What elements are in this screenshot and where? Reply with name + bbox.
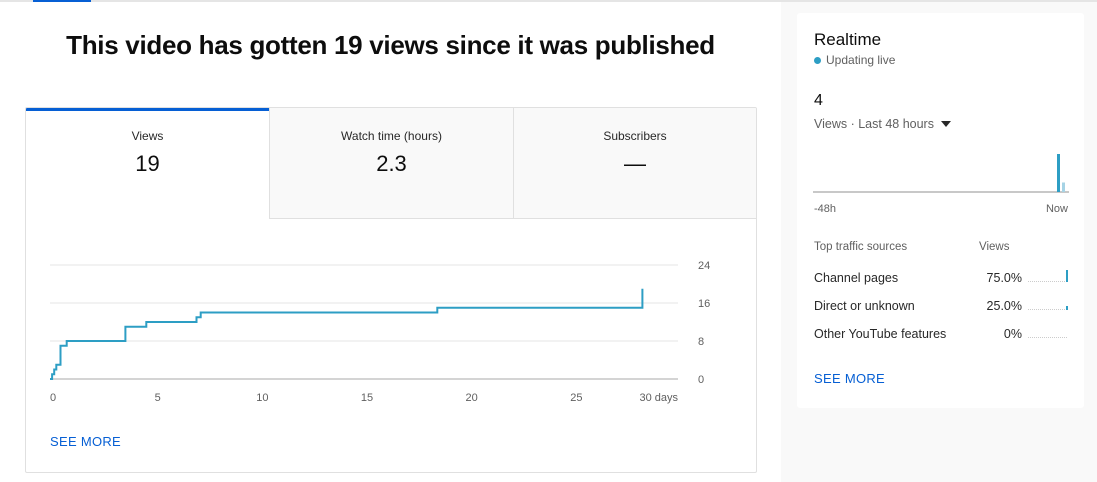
metric-dropdown-label: Views · Last 48 hours — [814, 117, 934, 131]
x-tick-label: 15 — [361, 392, 373, 404]
sparkline-bar — [1066, 270, 1068, 282]
x-tick-label: 5 — [155, 392, 161, 404]
traffic-sparkline — [1028, 306, 1068, 310]
metric-dropdown[interactable]: Views · Last 48 hours — [814, 117, 951, 131]
page-headline: This video has gotten 19 views since it … — [66, 30, 715, 60]
realtime-title: Realtime — [814, 30, 882, 49]
active-tab-indicator — [33, 0, 91, 2]
tab-subscribers[interactable]: Subscribers — — [514, 108, 756, 219]
realtime-card: Realtime Updating live 4 Views · Last 48… — [797, 13, 1084, 408]
realtime-bar — [1062, 182, 1065, 192]
traffic-row: Direct or unknown 25.0% — [814, 299, 1068, 319]
traffic-row: Channel pages 75.0% — [814, 270, 1068, 291]
y-tick-label: 0 — [698, 374, 704, 386]
traffic-header: Top traffic sources Views — [814, 241, 1068, 253]
traffic-source-pct: 75.0% — [986, 271, 1022, 285]
y-tick-label: 16 — [698, 298, 710, 310]
tab-subscribers-value: — — [624, 151, 646, 176]
tab-watch-time[interactable]: Watch time (hours) 2.3 — [270, 108, 514, 219]
tab-subscribers-label: Subscribers — [603, 129, 667, 143]
traffic-header-label: Top traffic sources — [814, 241, 908, 253]
views-series-line — [50, 288, 644, 380]
traffic-source-pct: 25.0% — [986, 299, 1022, 313]
traffic-sparkline — [1028, 337, 1068, 338]
x-tick-label: 0 — [50, 392, 56, 404]
y-tick-label: 24 — [698, 260, 710, 272]
tab-watch-time-value: 2.3 — [376, 151, 407, 176]
x-tick-label: 10 — [256, 392, 268, 404]
traffic-source-name: Channel pages — [814, 271, 899, 285]
tab-views-label: Views — [131, 129, 164, 143]
tab-views-value: 19 — [135, 151, 160, 176]
views-chart[interactable]: 0 8 16 24 0 5 10 15 20 25 30 days — [26, 219, 756, 419]
live-status: Updating live — [814, 53, 895, 67]
traffic-source-name: Other YouTube features — [814, 327, 947, 341]
see-more-link[interactable]: SEE MORE — [50, 434, 121, 449]
traffic-source-pct: 0% — [1003, 327, 1022, 341]
traffic-row: Other YouTube features 0% — [814, 327, 1068, 347]
x-tick-label: 20 — [466, 392, 478, 404]
realtime-bar-chart[interactable] — [813, 153, 1069, 195]
overview-card: Views 19 Watch time (hours) 2.3 Subscrib… — [25, 107, 757, 473]
traffic-source-name: Direct or unknown — [814, 299, 915, 313]
x-tick-label: 30 days — [639, 392, 678, 404]
x-tick-label: 25 — [570, 392, 582, 404]
realtime-axis-start: -48h — [814, 203, 837, 215]
traffic-views-header: Views — [979, 241, 1010, 253]
realtime-bar — [1057, 154, 1060, 192]
realtime-axis-end: Now — [1045, 203, 1068, 215]
live-dot-icon — [814, 56, 821, 64]
tab-views[interactable]: Views 19 — [26, 108, 270, 219]
tab-watch-time-label: Watch time (hours) — [341, 129, 442, 143]
live-status-text: Updating live — [826, 53, 896, 67]
realtime-see-more-link[interactable]: SEE MORE — [814, 371, 885, 386]
traffic-sparkline — [1028, 270, 1068, 282]
sparkline-bar — [1066, 306, 1068, 310]
y-tick-label: 8 — [698, 336, 704, 348]
caret-down-icon — [940, 121, 951, 127]
metric-tabs: Views 19 Watch time (hours) 2.3 Subscrib… — [26, 108, 756, 219]
realtime-count: 4 — [814, 92, 823, 109]
